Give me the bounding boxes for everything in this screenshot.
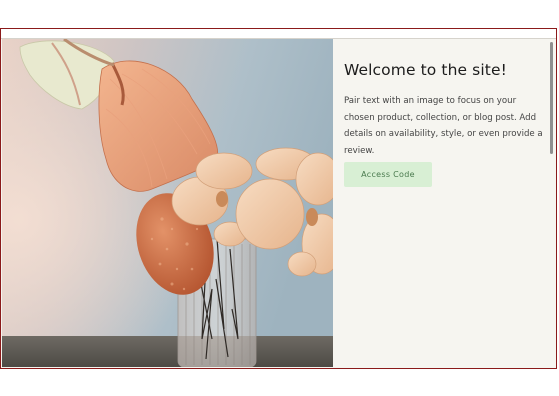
featured-image xyxy=(2,39,333,367)
browser-frame: Welcome to the site! Pair text with an i… xyxy=(0,28,557,369)
scrollbar-thumb[interactable] xyxy=(550,42,553,154)
flower-arrangement-photo xyxy=(2,39,333,367)
scrollbar[interactable] xyxy=(549,39,555,367)
content-panel: Welcome to the site! Pair text with an i… xyxy=(334,39,556,367)
section-heading: Welcome to the site! xyxy=(344,61,507,79)
frame-top-bar xyxy=(1,29,556,39)
access-code-button[interactable]: Access Code xyxy=(344,162,432,187)
section-body-text: Pair text with an image to focus on your… xyxy=(344,96,543,156)
